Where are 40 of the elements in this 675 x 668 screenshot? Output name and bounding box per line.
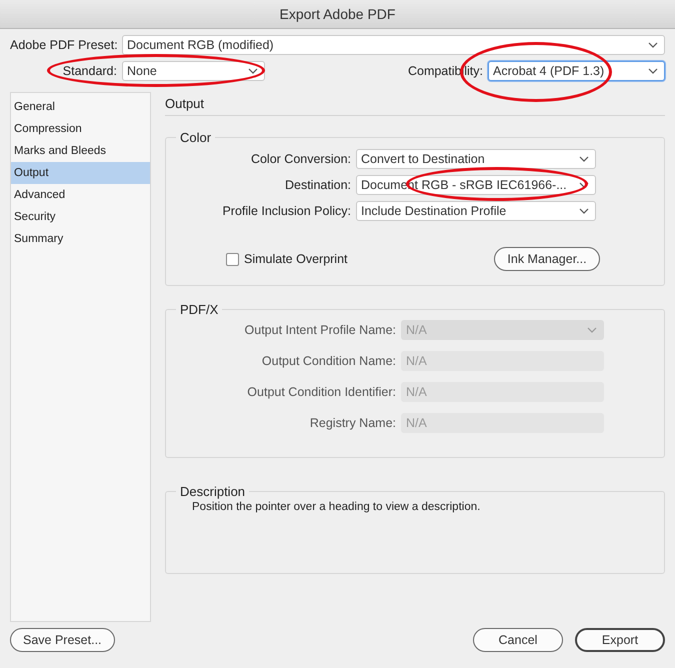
preset-dropdown[interactable]: Document RGB (modified) (122, 35, 665, 55)
group-title: Description (179, 484, 246, 499)
option-dropdown[interactable]: Include Destination Profile (356, 201, 596, 221)
sidebar-item[interactable]: General (11, 96, 150, 118)
sidebar-item[interactable]: Compression (11, 118, 150, 140)
standard-dropdown[interactable]: None (122, 61, 265, 81)
field-label: Color Conversion: (250, 152, 351, 166)
group-title: PDF/X (179, 302, 220, 317)
sidebar-item[interactable]: Marks and Bleeds (11, 140, 150, 162)
sidebar-item[interactable]: Output (11, 162, 150, 184)
chevron-icon (579, 156, 589, 162)
field-label: Adobe PDF Preset: (10, 38, 117, 52)
checkbox-label: Simulate Overprint (244, 252, 348, 266)
sidebar-item[interactable]: Summary (11, 228, 150, 250)
description-text: Position the pointer over a heading to view a description. (191, 501, 482, 515)
checkbox[interactable] (226, 252, 239, 266)
field-label: Profile Inclusion Policy: (221, 204, 351, 218)
field-label: Destination: (284, 178, 351, 192)
option-dropdown[interactable]: Convert to Destination (356, 149, 596, 169)
field-label: Registry Name: (308, 416, 396, 430)
field-label: Output Condition Name: (260, 354, 396, 368)
chevron-icon (248, 68, 258, 74)
chevron-icon (648, 68, 658, 74)
dialog-button[interactable]: Export (575, 628, 665, 652)
chevron-icon (579, 208, 589, 214)
field-label: Standard: (62, 64, 117, 78)
chevron-icon (648, 42, 658, 48)
window-title: Export Adobe PDF (280, 6, 396, 22)
group-title: Color (179, 130, 212, 145)
field-label: Output Intent Profile Name: (244, 323, 396, 337)
sidebar-item[interactable]: Advanced (11, 184, 150, 206)
save-preset-button[interactable]: Save Preset... (10, 628, 115, 652)
chevron-icon (579, 182, 589, 188)
sidebar-item[interactable]: Security (11, 206, 150, 228)
chevron-icon (587, 327, 597, 333)
compatibility-dropdown[interactable]: Acrobat 4 (PDF 1.3) (488, 61, 665, 81)
dialog-button[interactable]: Cancel (473, 628, 563, 652)
section-title: Output (165, 92, 665, 116)
ink-manager-button[interactable]: Ink Manager... (494, 247, 600, 271)
field-label: Output Condition Identifier: (246, 385, 396, 399)
